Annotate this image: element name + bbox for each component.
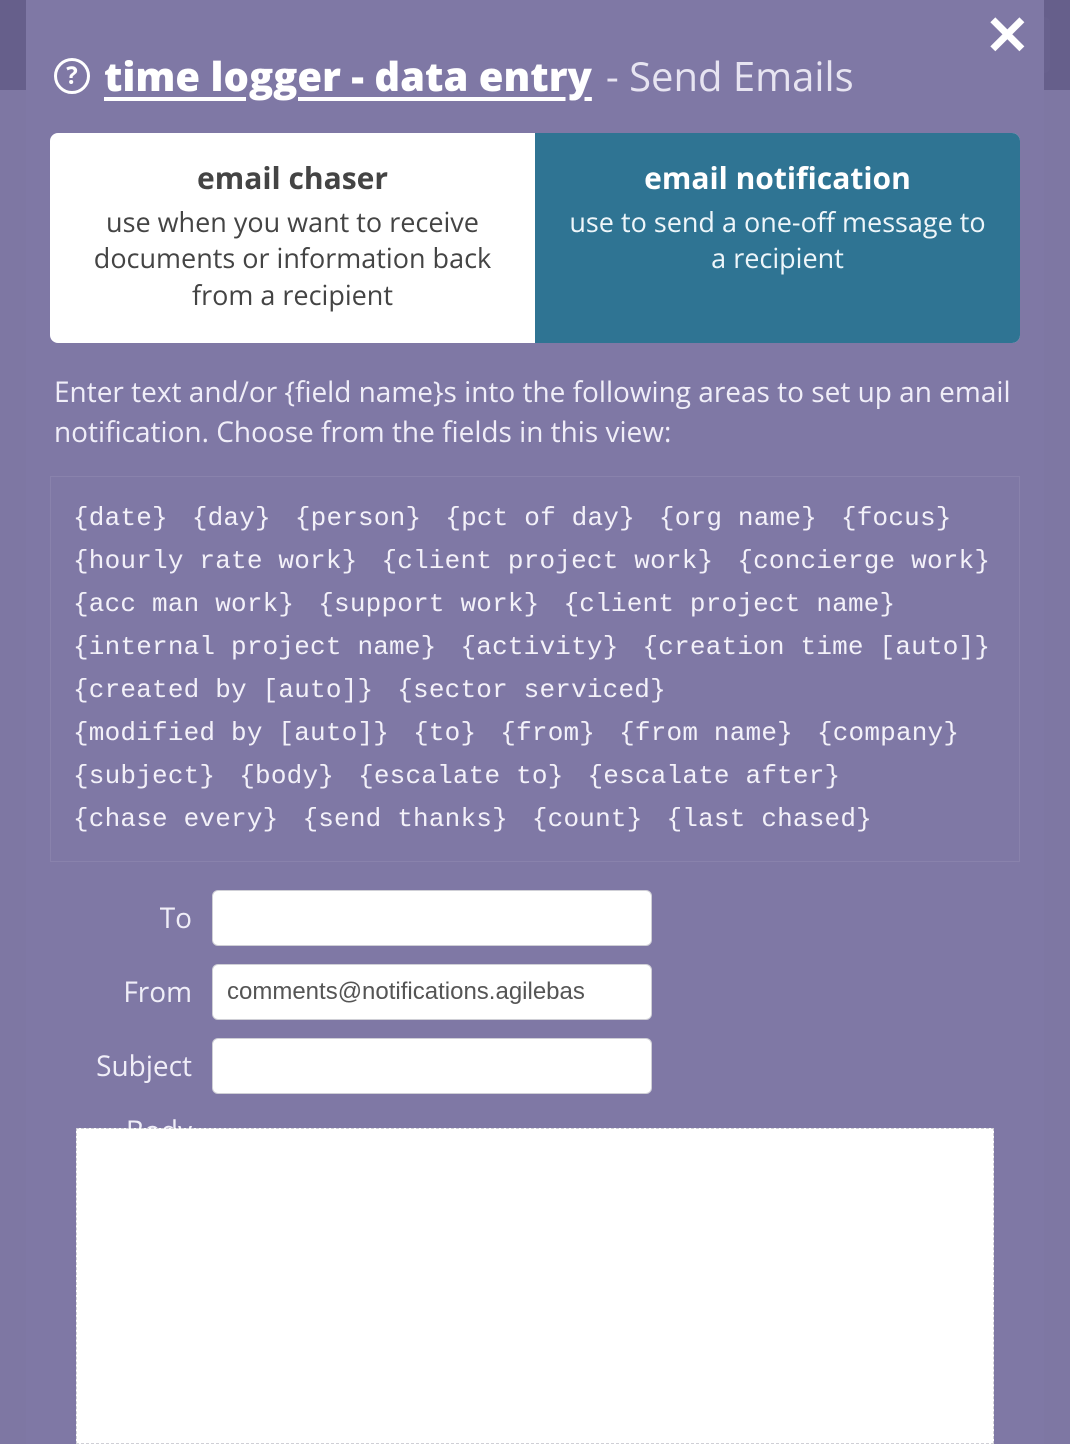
close-icon[interactable]: ✕ bbox=[985, 6, 1030, 60]
field-token[interactable]: {send thanks} bbox=[302, 800, 507, 839]
field-token[interactable]: {hourly rate work} bbox=[73, 542, 357, 581]
field-token[interactable]: {org name} bbox=[659, 499, 817, 538]
field-token[interactable]: {company} bbox=[817, 714, 959, 753]
tab-email-chaser[interactable]: email chaser use when you want to receiv… bbox=[50, 133, 535, 343]
modal-title: ? time logger - data entry - Send Emails bbox=[54, 48, 1020, 103]
field-token[interactable]: {client project name} bbox=[564, 585, 896, 624]
field-token[interactable]: {modified by [auto]} bbox=[73, 714, 389, 753]
field-token[interactable]: {day} bbox=[192, 499, 271, 538]
tab-chaser-desc: use when you want to receive documents o… bbox=[78, 204, 507, 313]
email-form: To From Subject Body bbox=[56, 890, 1020, 1150]
field-token[interactable]: {date} bbox=[73, 499, 168, 538]
from-input[interactable] bbox=[212, 964, 652, 1020]
subject-label: Subject bbox=[56, 1047, 196, 1085]
field-token[interactable]: {from name} bbox=[619, 714, 793, 753]
field-tokens-panel: {date} {day} {person} {pct of day} {org name… bbox=[50, 476, 1020, 862]
help-icon[interactable]: ? bbox=[54, 58, 90, 94]
email-type-tabs: email chaser use when you want to receiv… bbox=[50, 133, 1020, 343]
field-token[interactable]: {pct of day} bbox=[445, 499, 635, 538]
field-token[interactable]: {internal project name} bbox=[73, 628, 436, 667]
field-token[interactable]: {to} bbox=[413, 714, 476, 753]
field-token[interactable]: {escalate to} bbox=[358, 757, 563, 796]
field-token[interactable]: {count} bbox=[532, 800, 643, 839]
field-token[interactable]: {activity} bbox=[460, 628, 618, 667]
field-token[interactable]: {from} bbox=[500, 714, 595, 753]
field-token[interactable]: {body} bbox=[239, 757, 334, 796]
field-token[interactable]: {chase every} bbox=[73, 800, 278, 839]
field-token[interactable]: {last chased} bbox=[667, 800, 872, 839]
modal-title-main[interactable]: time logger - data entry bbox=[104, 48, 592, 103]
field-token[interactable]: {creation time [auto]} bbox=[643, 628, 991, 667]
field-token[interactable]: {acc man work} bbox=[73, 585, 294, 624]
field-token[interactable]: {subject} bbox=[73, 757, 215, 796]
field-token[interactable]: {focus} bbox=[841, 499, 952, 538]
from-label: From bbox=[56, 973, 196, 1011]
field-token[interactable]: {escalate after} bbox=[588, 757, 841, 796]
tab-email-notification[interactable]: email notification use to send a one-off… bbox=[535, 133, 1020, 343]
modal-title-sub: - Send Emails bbox=[606, 48, 854, 103]
subject-input[interactable] bbox=[212, 1038, 652, 1094]
to-input[interactable] bbox=[212, 890, 652, 946]
tab-chaser-title: email chaser bbox=[78, 157, 507, 198]
field-token[interactable]: {concierge work} bbox=[737, 542, 990, 581]
field-token[interactable]: {person} bbox=[295, 499, 421, 538]
field-token[interactable]: {client project work} bbox=[381, 542, 713, 581]
field-token[interactable]: {created by [auto]} bbox=[73, 671, 373, 710]
to-label: To bbox=[56, 899, 196, 937]
send-emails-modal: ✕ ? time logger - data entry - Send Emai… bbox=[26, 0, 1044, 1444]
instructions-text: Enter text and/or {field name}s into the… bbox=[54, 373, 1016, 451]
field-token[interactable]: {sector serviced} bbox=[397, 671, 666, 710]
tab-notification-desc: use to send a one-off message to a recip… bbox=[563, 204, 992, 277]
field-token[interactable]: {support work} bbox=[318, 585, 539, 624]
tab-notification-title: email notification bbox=[563, 157, 992, 198]
body-textarea[interactable] bbox=[76, 1128, 994, 1444]
